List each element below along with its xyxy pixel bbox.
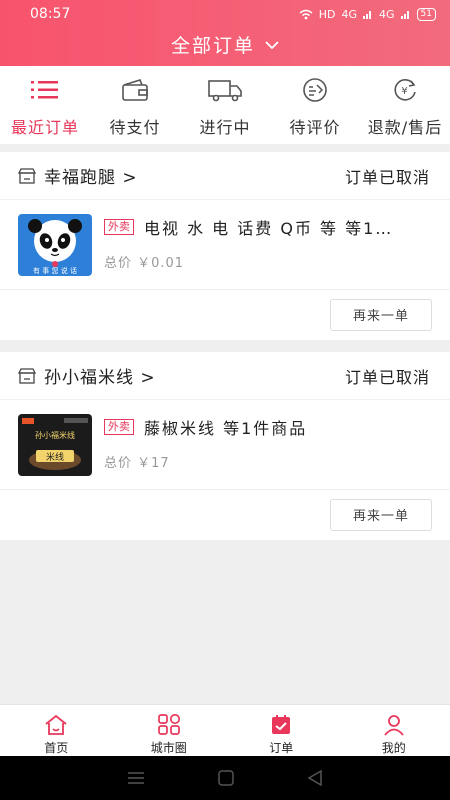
delivery-tag: 外卖 (104, 419, 134, 435)
svg-text:¥: ¥ (401, 86, 408, 97)
home-square-icon[interactable] (218, 770, 234, 786)
tab-label: 进行中 (199, 118, 251, 137)
order-status: 订单已取消 (344, 167, 430, 187)
order-card-header: 幸福跑腿 > 订单已取消 (0, 152, 450, 200)
home-icon (45, 714, 67, 735)
order-status: 订单已取消 (344, 367, 430, 387)
nav-label: 首页 (44, 741, 69, 755)
reorder-button[interactable]: 再来一单 (330, 298, 432, 331)
tab-in-progress[interactable]: 进行中 (180, 66, 270, 144)
wallet-icon (122, 79, 148, 101)
tab-label: 最近订单 (10, 118, 79, 137)
tab-pending-payment[interactable]: 待支付 (90, 66, 180, 144)
back-icon[interactable] (307, 770, 323, 786)
nav-city-circle[interactable]: 城市圈 (113, 705, 226, 756)
nav-orders[interactable]: 订单 (225, 705, 338, 756)
status-bar: 08:57 HD 4G 4G 51 (0, 0, 450, 22)
store-link[interactable]: 孙小福米线 > (18, 363, 156, 388)
order-filter-dropdown[interactable]: 全部订单 (0, 22, 450, 66)
store-name: 幸福跑腿 > (44, 168, 138, 188)
product-thumbnail: 孙小福米线 米线 (18, 414, 92, 476)
order-icon (272, 715, 291, 734)
wifi-icon (299, 9, 313, 19)
network-label: HD (318, 7, 336, 21)
tab-label: 退款/售后 (367, 118, 443, 137)
thumbnail-caption: 孙小福米线 (35, 430, 75, 440)
goods-summary: 电视 水 电 话费 Q币 等 等1… (144, 219, 394, 238)
tab-label: 待评价 (289, 118, 341, 137)
order-item[interactable]: 有 事 您 说 话 外卖 电视 水 电 话费 Q币 等 等1… 总价 ￥0.01 (0, 200, 450, 290)
tab-recent-orders[interactable]: 最近订单 (0, 66, 90, 144)
order-tabs: 最近订单 待支付 进行中 待评价 ¥ 退款/售后 (0, 66, 450, 144)
nav-label: 我的 (381, 741, 406, 755)
order-card[interactable]: 幸福跑腿 > 订单已取消 有 事 您 说 话 外卖 电视 水 电 话费 Q币 等… (0, 152, 450, 340)
thumbnail-subcaption: 米线 (46, 451, 64, 463)
tab-pending-review[interactable]: 待评价 (270, 66, 360, 144)
bottom-nav: 首页 城市圈 订单 我的 (0, 704, 450, 756)
signal-label-1: 4G (341, 7, 358, 21)
user-icon (384, 715, 404, 736)
reorder-button[interactable]: 再来一单 (330, 498, 432, 531)
shop-icon (18, 167, 36, 184)
status-icons: HD 4G 4G 51 (299, 7, 436, 21)
review-icon (303, 78, 327, 102)
tab-label: 待支付 (109, 118, 161, 137)
truck-icon (208, 80, 242, 102)
nav-profile[interactable]: 我的 (338, 705, 450, 756)
delivery-tag: 外卖 (104, 219, 134, 235)
goods-summary: 藤椒米线 等1件商品 (144, 419, 308, 438)
total-price: 总价 ￥17 (104, 456, 170, 471)
system-navigation-bar (0, 756, 450, 800)
refund-icon: ¥ (394, 79, 416, 101)
menu-icon[interactable] (127, 771, 145, 785)
chevron-down-icon (265, 40, 279, 49)
city-circle-icon (157, 714, 180, 735)
status-time: 08:57 (30, 6, 71, 22)
header: 08:57 HD 4G 4G 51 全部订单 (0, 0, 450, 66)
order-card[interactable]: 孙小福米线 > 订单已取消 孙小福米线 米线 外卖 藤椒米线 等1件商品 总价 … (0, 352, 450, 540)
tab-refund-after-sales[interactable]: ¥ 退款/售后 (360, 66, 450, 144)
battery-icon: 51 (416, 7, 436, 21)
nav-label: 城市圈 (150, 741, 187, 755)
signal-label-2: 4G (379, 7, 395, 21)
signal-icon-1 (363, 11, 372, 19)
nav-home[interactable]: 首页 (0, 705, 113, 756)
signal-icon-2 (400, 11, 409, 19)
order-card-header: 孙小福米线 > 订单已取消 (0, 352, 450, 400)
total-price: 总价 ￥0.01 (104, 256, 185, 271)
store-name: 孙小福米线 > (44, 368, 156, 388)
order-item[interactable]: 孙小福米线 米线 外卖 藤椒米线 等1件商品 总价 ￥17 (0, 400, 450, 490)
store-link[interactable]: 幸福跑腿 > (18, 163, 138, 188)
list-icon (31, 81, 58, 99)
thumbnail-caption: 有 事 您 说 话 (33, 266, 77, 275)
nav-label: 订单 (269, 741, 294, 755)
shop-icon (18, 367, 36, 384)
product-thumbnail: 有 事 您 说 话 (18, 214, 92, 276)
page-title: 全部订单 (170, 34, 255, 57)
